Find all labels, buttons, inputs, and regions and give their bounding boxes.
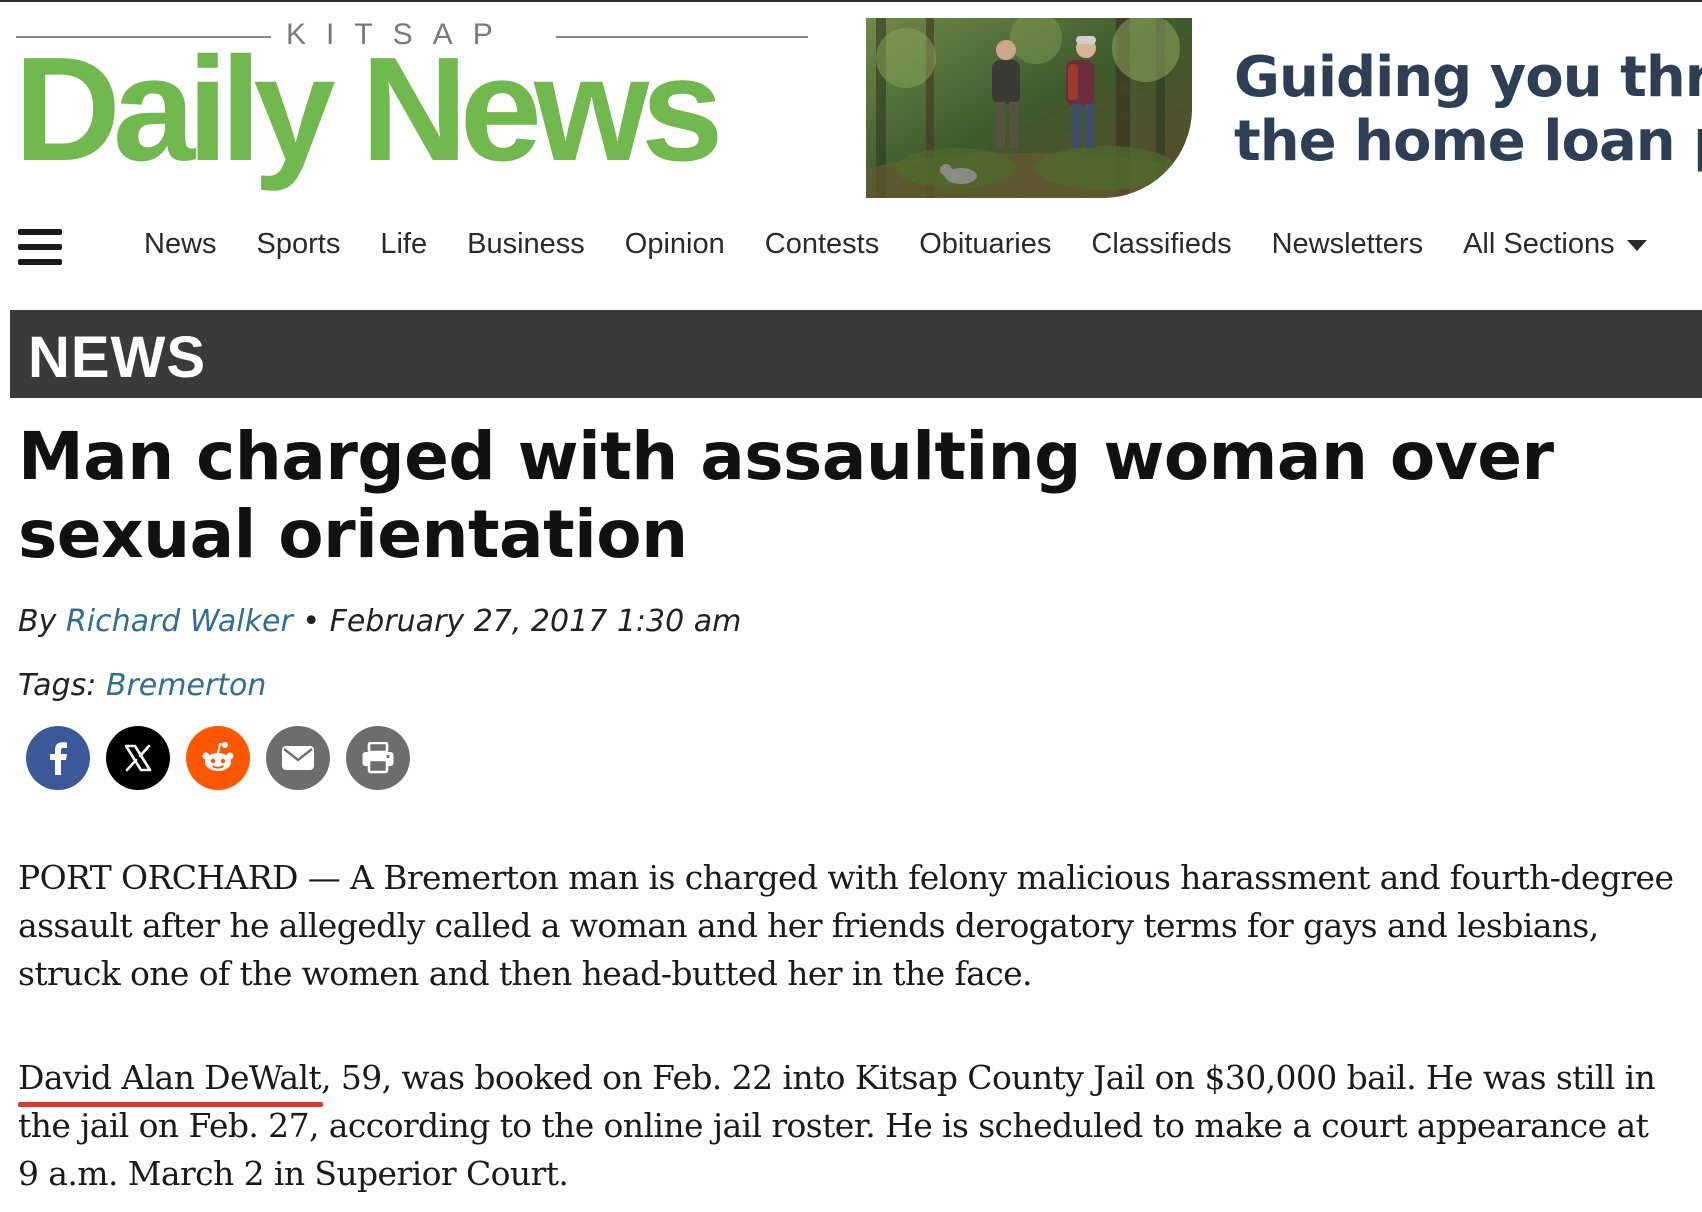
article-headline: Man charged with assaulting woman over s… — [18, 418, 1554, 573]
tag-link-bremerton[interactable]: Bremerton — [106, 668, 267, 703]
envelope-icon — [282, 746, 314, 770]
nav-item-newsletters[interactable]: Newsletters — [1272, 228, 1424, 261]
print-button[interactable] — [346, 726, 410, 790]
facebook-icon — [50, 742, 67, 775]
reddit-share-button[interactable] — [186, 726, 250, 790]
facebook-share-button[interactable] — [26, 726, 90, 790]
masthead-logo[interactable]: KITSAP Daily News — [14, 10, 812, 200]
nav-item-classifieds[interactable]: Classifieds — [1091, 228, 1231, 261]
nav-item-obituaries[interactable]: Obituaries — [919, 228, 1051, 261]
main-nav: News Sports Life Business Opinion Contes… — [0, 218, 1702, 274]
nav-item-all-sections[interactable]: All Sections — [1463, 228, 1647, 261]
suspect-name: David Alan DeWalt — [18, 1058, 322, 1097]
article-paragraph: David Alan DeWalt, 59, was booked on Feb… — [18, 1054, 1678, 1198]
ad-text: Guiding you thr the home loan p — [1234, 46, 1702, 174]
x-share-button[interactable] — [106, 726, 170, 790]
nav-item-sports[interactable]: Sports — [257, 228, 341, 261]
nav-item-opinion[interactable]: Opinion — [625, 228, 725, 261]
tags-label: Tags: — [18, 668, 97, 703]
ad-line-1: Guiding you thr — [1234, 45, 1702, 110]
nav-item-all-sections-label: All Sections — [1463, 228, 1615, 260]
share-buttons — [26, 726, 410, 792]
nav-item-life[interactable]: Life — [380, 228, 427, 261]
hamburger-menu-icon[interactable] — [18, 227, 62, 267]
chevron-down-icon — [1626, 239, 1647, 251]
section-label: NEWS — [28, 325, 206, 390]
nav-items: News Sports Life Business Opinion Contes… — [144, 228, 1647, 261]
byline-prefix: By — [18, 604, 57, 639]
publish-date: February 27, 2017 1:30 am — [329, 604, 742, 639]
reddit-icon — [202, 742, 234, 771]
ad-line-2: the home loan p — [1234, 109, 1702, 174]
nav-item-contests[interactable]: Contests — [765, 228, 879, 261]
byline: By Richard Walker • February 27, 2017 1:… — [18, 604, 1218, 639]
ad-hikers-photo — [866, 18, 1192, 198]
daily-news-title: Daily News — [14, 27, 723, 192]
tags: Tags: Bremerton — [18, 668, 266, 703]
red-underline-annotation — [18, 1102, 324, 1107]
nav-item-news[interactable]: News — [144, 228, 217, 261]
email-share-button[interactable] — [266, 726, 330, 790]
byline-separator: • — [302, 604, 321, 639]
ad-banner[interactable]: Guiding you thr the home loan p — [866, 18, 1702, 198]
section-header: NEWS — [10, 310, 1702, 398]
top-rule — [0, 0, 1702, 2]
nav-item-business[interactable]: Business — [467, 228, 585, 261]
highlighted-name: David Alan DeWalt — [18, 1058, 324, 1107]
author-link[interactable]: Richard Walker — [66, 604, 293, 639]
printer-icon — [362, 742, 394, 774]
x-icon — [124, 744, 152, 772]
article-paragraph: PORT ORCHARD — A Bremerton man is charge… — [18, 858, 1674, 993]
